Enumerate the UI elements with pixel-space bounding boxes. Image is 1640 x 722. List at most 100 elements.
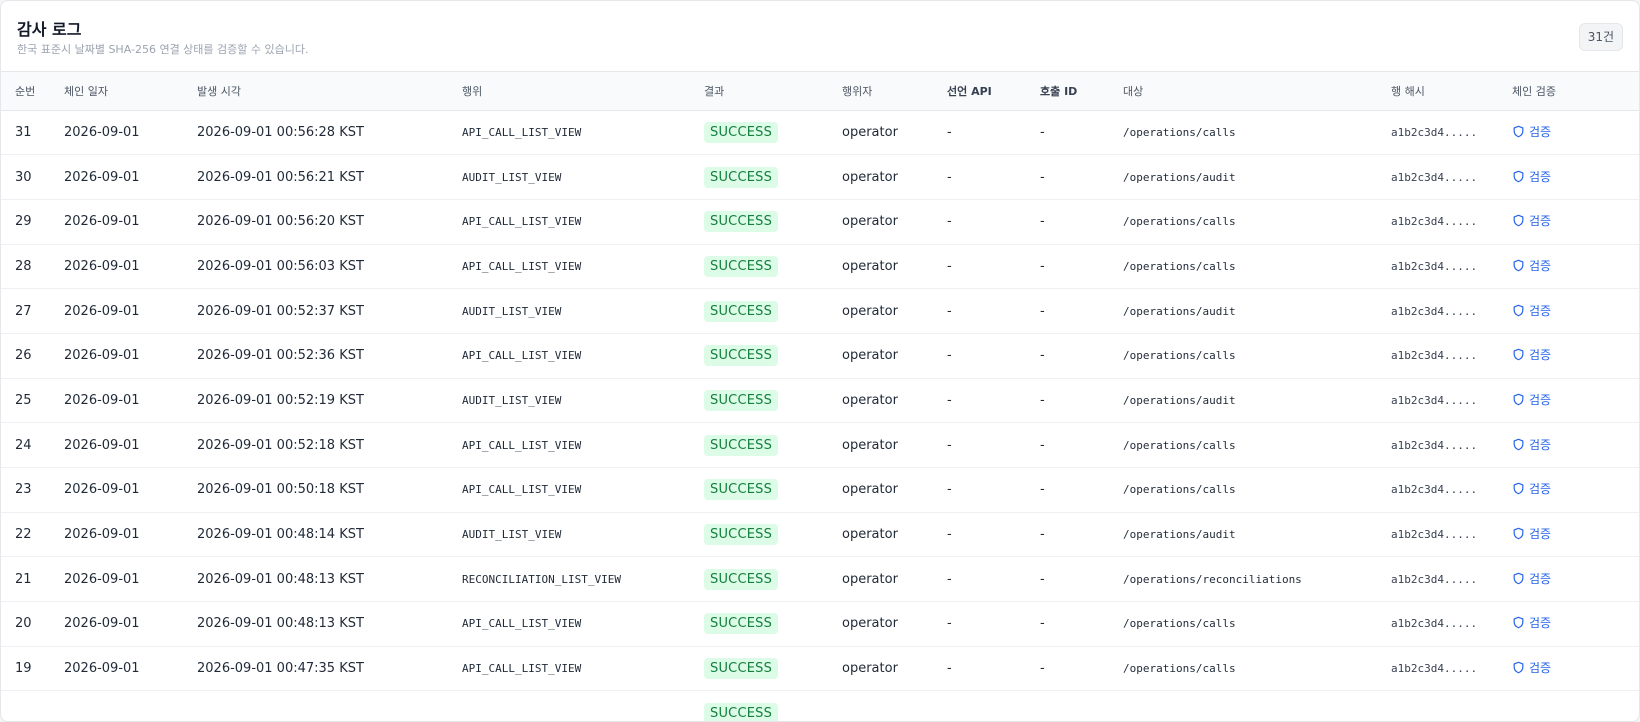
page-title: 감사 로그 — [17, 20, 82, 39]
table-row[interactable]: 22 2026-09-01 2026-09-01 00:48:14 KST AU… — [1, 512, 1639, 557]
cell-verify: 검증 — [1512, 512, 1639, 557]
status-badge: SUCCESS — [704, 658, 779, 680]
verify-button[interactable]: 검증 — [1512, 391, 1551, 408]
table-row[interactable]: 28 2026-09-01 2026-09-01 00:56:03 KST AP… — [1, 244, 1639, 289]
table-row[interactable]: 21 2026-09-01 2026-09-01 00:48:13 KST RE… — [1, 557, 1639, 602]
audit-log-panel: 감사 로그 한국 표준시 날짜별 SHA-256 연결 상태를 검증할 수 있습… — [0, 0, 1640, 722]
status-badge: SUCCESS — [704, 211, 779, 233]
cell-verify — [1512, 691, 1639, 721]
column-header-api[interactable]: 선언 API — [947, 72, 1040, 111]
cell-actor: operator — [842, 661, 898, 677]
table-row[interactable]: 24 2026-09-01 2026-09-01 00:52:18 KST AP… — [1, 423, 1639, 468]
table-row[interactable]: 23 2026-09-01 2026-09-01 00:50:18 KST AP… — [1, 468, 1639, 513]
table-row[interactable]: 25 2026-09-01 2026-09-01 00:52:19 KST AU… — [1, 378, 1639, 423]
cell-seq: 23 — [15, 482, 32, 498]
status-badge: SUCCESS — [704, 568, 779, 590]
cell-actor: operator — [842, 616, 898, 632]
column-header-seq[interactable]: 순번 — [1, 72, 64, 111]
table-row[interactable]: 19 2026-09-01 2026-09-01 00:47:35 KST AP… — [1, 646, 1639, 691]
table-row[interactable]: 20 2026-09-01 2026-09-01 00:48:13 KST AP… — [1, 602, 1639, 647]
verify-button[interactable]: 검증 — [1512, 346, 1551, 363]
cell-api: - — [947, 571, 952, 587]
cell-row-hash: a1b2c3d4..... — [1391, 662, 1478, 676]
cell-seq: 24 — [15, 437, 32, 453]
verify-button[interactable]: 검증 — [1512, 570, 1551, 587]
cell-result: SUCCESS — [704, 244, 842, 289]
cell-seq: 29 — [15, 214, 32, 230]
cell-result: SUCCESS — [704, 602, 842, 647]
cell-row-hash: a1b2c3d4..... — [1391, 215, 1478, 229]
verify-button[interactable]: 검증 — [1512, 302, 1551, 319]
column-header-row-hash[interactable]: 행 해시 — [1391, 72, 1512, 111]
cell-target: /operations/calls — [1123, 662, 1236, 676]
verify-button[interactable]: 검증 — [1512, 614, 1551, 631]
verify-label: 검증 — [1529, 437, 1552, 452]
cell-call-id: - — [1040, 348, 1045, 364]
verify-label: 검증 — [1529, 527, 1552, 542]
cell-target: /operations/calls — [1123, 438, 1236, 452]
column-header-result[interactable]: 결과 — [704, 72, 842, 111]
cell-action: API_CALL_LIST_VIEW — [462, 438, 582, 452]
column-header-call-id[interactable]: 호출 ID — [1040, 72, 1123, 111]
cell-time: 2026-09-01 00:50:18 KST — [197, 482, 364, 498]
verify-button[interactable]: 검증 — [1512, 436, 1551, 453]
cell-actor: operator — [842, 527, 898, 543]
cell-chain-date: 2026-09-01 — [64, 437, 140, 453]
cell-chain-date: 2026-09-01 — [64, 616, 140, 632]
column-header-time[interactable]: 발생 시각 — [197, 72, 462, 111]
table-row[interactable]: 30 2026-09-01 2026-09-01 00:56:21 KST AU… — [1, 155, 1639, 200]
verify-button[interactable]: 검증 — [1512, 212, 1551, 229]
verify-button[interactable]: 검증 — [1512, 480, 1551, 497]
cell-call-id: - — [1040, 124, 1045, 140]
table-row[interactable]: 26 2026-09-01 2026-09-01 00:52:36 KST AP… — [1, 333, 1639, 379]
table-row[interactable]: 31 2026-09-01 2026-09-01 00:56:28 KST AP… — [1, 110, 1639, 155]
column-header-chain-date[interactable]: 체인 일자 — [64, 72, 197, 111]
shield-icon — [1513, 393, 1524, 406]
cell-verify: 검증 — [1512, 602, 1639, 647]
cell-row-hash: a1b2c3d4..... — [1391, 528, 1478, 542]
column-header-action[interactable]: 행위 — [462, 72, 704, 111]
cell-result: SUCCESS — [704, 512, 842, 557]
verify-label: 검증 — [1529, 482, 1552, 497]
column-header-verify[interactable]: 체인 검증 — [1512, 72, 1639, 111]
cell-chain-date: 2026-09-01 — [64, 571, 140, 587]
cell-api: - — [947, 616, 952, 632]
cell-call-id: - — [1040, 661, 1045, 677]
cell-target: /operations/audit — [1123, 170, 1236, 184]
cell-actor: operator — [842, 258, 898, 274]
cell-row-hash: a1b2c3d4..... — [1391, 393, 1478, 407]
cell-actor: operator — [842, 482, 898, 498]
verify-button[interactable]: 검증 — [1512, 168, 1551, 185]
verify-label: 검증 — [1529, 348, 1552, 363]
cell-seq: 27 — [15, 303, 32, 319]
cell-call-id: - — [1040, 482, 1045, 498]
cell-action: API_CALL_LIST_VIEW — [462, 125, 582, 139]
verify-button[interactable]: 검증 — [1512, 659, 1551, 676]
cell-time: 2026-09-01 00:47:35 KST — [197, 661, 364, 677]
cell-action: API_CALL_LIST_VIEW — [462, 617, 582, 631]
status-badge: SUCCESS — [704, 702, 779, 721]
cell-verify: 검증 — [1512, 155, 1639, 200]
column-header-actor[interactable]: 행위자 — [842, 72, 947, 111]
cell-verify: 검증 — [1512, 110, 1639, 155]
column-header-target[interactable]: 대상 — [1123, 72, 1391, 111]
cell-call-id: - — [1040, 616, 1045, 632]
table-row[interactable]: SUCCESS — [1, 691, 1639, 721]
cell-row-hash — [1391, 691, 1512, 721]
cell-call-id: - — [1040, 527, 1045, 543]
cell-actor: operator — [842, 571, 898, 587]
verify-button[interactable]: 검증 — [1512, 123, 1551, 140]
cell-action: AUDIT_LIST_VIEW — [462, 304, 562, 318]
verify-button[interactable]: 검증 — [1512, 525, 1551, 542]
cell-verify: 검증 — [1512, 333, 1639, 378]
cell-time: 2026-09-01 00:52:19 KST — [197, 392, 364, 408]
cell-api: - — [947, 258, 952, 274]
verify-label: 검증 — [1529, 661, 1552, 676]
verify-button[interactable]: 검증 — [1512, 257, 1551, 274]
table-row[interactable]: 29 2026-09-01 2026-09-01 00:56:20 KST AP… — [1, 199, 1639, 245]
cell-time: 2026-09-01 00:48:13 KST — [197, 571, 364, 587]
cell-action: AUDIT_LIST_VIEW — [462, 393, 562, 407]
cell-actor: operator — [842, 214, 898, 230]
table-row[interactable]: 27 2026-09-01 2026-09-01 00:52:37 KST AU… — [1, 289, 1639, 334]
cell-chain-date: 2026-09-01 — [64, 169, 140, 185]
